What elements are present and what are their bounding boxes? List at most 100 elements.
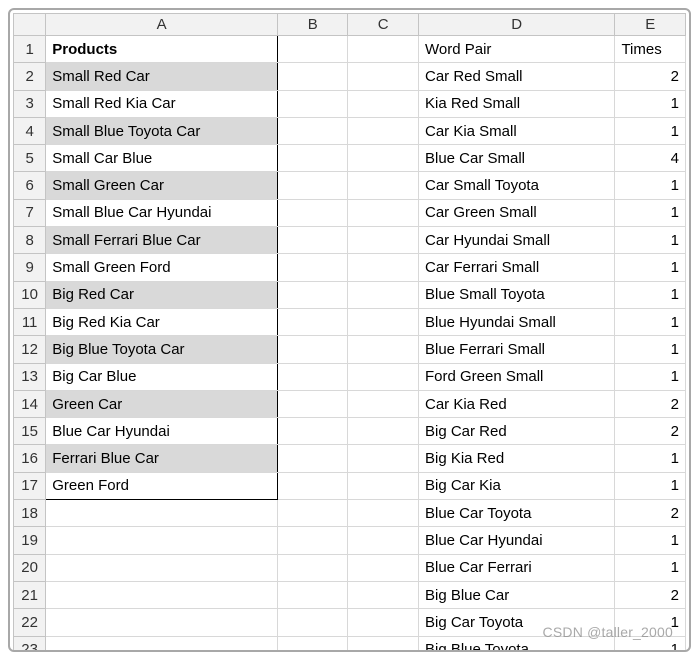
cell-A11[interactable]: Big Red Kia Car [46, 308, 278, 335]
cell-E16[interactable]: 1 [615, 445, 686, 472]
cell-E21[interactable]: 2 [615, 581, 686, 608]
cell-B23[interactable] [277, 636, 348, 652]
cell-A13[interactable]: Big Car Blue [46, 363, 278, 390]
row-header-20[interactable]: 20 [14, 554, 46, 581]
cell-D6[interactable]: Car Small Toyota [418, 172, 614, 199]
cell-E14[interactable]: 2 [615, 390, 686, 417]
cell-B18[interactable] [277, 500, 348, 527]
cell-C15[interactable] [348, 418, 419, 445]
row-header-6[interactable]: 6 [14, 172, 46, 199]
cell-C19[interactable] [348, 527, 419, 554]
row-header-10[interactable]: 10 [14, 281, 46, 308]
cell-D1[interactable]: Word Pair [418, 36, 614, 63]
row-header-4[interactable]: 4 [14, 117, 46, 144]
row-header-15[interactable]: 15 [14, 418, 46, 445]
cell-B1[interactable] [277, 36, 348, 63]
row-header-5[interactable]: 5 [14, 145, 46, 172]
cell-B16[interactable] [277, 445, 348, 472]
cell-D3[interactable]: Kia Red Small [418, 90, 614, 117]
cell-E22[interactable]: 1 [615, 609, 686, 636]
row-header-11[interactable]: 11 [14, 308, 46, 335]
cell-D11[interactable]: Blue Hyundai Small [418, 308, 614, 335]
row-header-3[interactable]: 3 [14, 90, 46, 117]
cell-A23[interactable] [46, 636, 278, 652]
cell-E20[interactable]: 1 [615, 554, 686, 581]
cell-E23[interactable]: 1 [615, 636, 686, 652]
cell-A2[interactable]: Small Red Car [46, 63, 278, 90]
cell-C7[interactable] [348, 199, 419, 226]
cell-D2[interactable]: Car Red Small [418, 63, 614, 90]
cell-C14[interactable] [348, 390, 419, 417]
cell-B11[interactable] [277, 308, 348, 335]
cell-C11[interactable] [348, 308, 419, 335]
cell-D23[interactable]: Big Blue Toyota [418, 636, 614, 652]
row-header-13[interactable]: 13 [14, 363, 46, 390]
cell-C2[interactable] [348, 63, 419, 90]
col-header-C[interactable]: C [348, 14, 419, 36]
cell-A14[interactable]: Green Car [46, 390, 278, 417]
cell-A4[interactable]: Small Blue Toyota Car [46, 117, 278, 144]
cell-D13[interactable]: Ford Green Small [418, 363, 614, 390]
cell-E15[interactable]: 2 [615, 418, 686, 445]
cell-B7[interactable] [277, 199, 348, 226]
cell-E7[interactable]: 1 [615, 199, 686, 226]
cell-D21[interactable]: Big Blue Car [418, 581, 614, 608]
cell-B6[interactable] [277, 172, 348, 199]
cell-A6[interactable]: Small Green Car [46, 172, 278, 199]
cell-E19[interactable]: 1 [615, 527, 686, 554]
cell-A8[interactable]: Small Ferrari Blue Car [46, 227, 278, 254]
cell-B19[interactable] [277, 527, 348, 554]
row-header-1[interactable]: 1 [14, 36, 46, 63]
cell-D20[interactable]: Blue Car Ferrari [418, 554, 614, 581]
cell-E9[interactable]: 1 [615, 254, 686, 281]
row-header-22[interactable]: 22 [14, 609, 46, 636]
row-header-8[interactable]: 8 [14, 227, 46, 254]
cell-C12[interactable] [348, 336, 419, 363]
row-header-17[interactable]: 17 [14, 472, 46, 499]
cell-A9[interactable]: Small Green Ford [46, 254, 278, 281]
row-header-7[interactable]: 7 [14, 199, 46, 226]
cell-C3[interactable] [348, 90, 419, 117]
row-header-14[interactable]: 14 [14, 390, 46, 417]
cell-A1[interactable]: Products [46, 36, 278, 63]
select-all-corner[interactable] [14, 14, 46, 36]
cell-E17[interactable]: 1 [615, 472, 686, 499]
row-header-9[interactable]: 9 [14, 254, 46, 281]
cell-C18[interactable] [348, 500, 419, 527]
cell-E12[interactable]: 1 [615, 336, 686, 363]
cell-D14[interactable]: Car Kia Red [418, 390, 614, 417]
cell-E10[interactable]: 1 [615, 281, 686, 308]
cell-D8[interactable]: Car Hyundai Small [418, 227, 614, 254]
cell-B3[interactable] [277, 90, 348, 117]
cell-B15[interactable] [277, 418, 348, 445]
cell-E3[interactable]: 1 [615, 90, 686, 117]
cell-B8[interactable] [277, 227, 348, 254]
cell-B5[interactable] [277, 145, 348, 172]
row-header-19[interactable]: 19 [14, 527, 46, 554]
cell-C5[interactable] [348, 145, 419, 172]
cell-C20[interactable] [348, 554, 419, 581]
cell-B10[interactable] [277, 281, 348, 308]
cell-B12[interactable] [277, 336, 348, 363]
col-header-D[interactable]: D [418, 14, 614, 36]
cell-D19[interactable]: Blue Car Hyundai [418, 527, 614, 554]
cell-D18[interactable]: Blue Car Toyota [418, 500, 614, 527]
cell-E2[interactable]: 2 [615, 63, 686, 90]
cell-D12[interactable]: Blue Ferrari Small [418, 336, 614, 363]
cell-D4[interactable]: Car Kia Small [418, 117, 614, 144]
cell-E11[interactable]: 1 [615, 308, 686, 335]
cell-D9[interactable]: Car Ferrari Small [418, 254, 614, 281]
cell-C8[interactable] [348, 227, 419, 254]
cell-C4[interactable] [348, 117, 419, 144]
col-header-A[interactable]: A [46, 14, 278, 36]
cell-B9[interactable] [277, 254, 348, 281]
cell-E13[interactable]: 1 [615, 363, 686, 390]
row-header-21[interactable]: 21 [14, 581, 46, 608]
cell-C13[interactable] [348, 363, 419, 390]
cell-C10[interactable] [348, 281, 419, 308]
cell-B17[interactable] [277, 472, 348, 499]
cell-C6[interactable] [348, 172, 419, 199]
cell-D17[interactable]: Big Car Kia [418, 472, 614, 499]
cell-C21[interactable] [348, 581, 419, 608]
cell-A7[interactable]: Small Blue Car Hyundai [46, 199, 278, 226]
